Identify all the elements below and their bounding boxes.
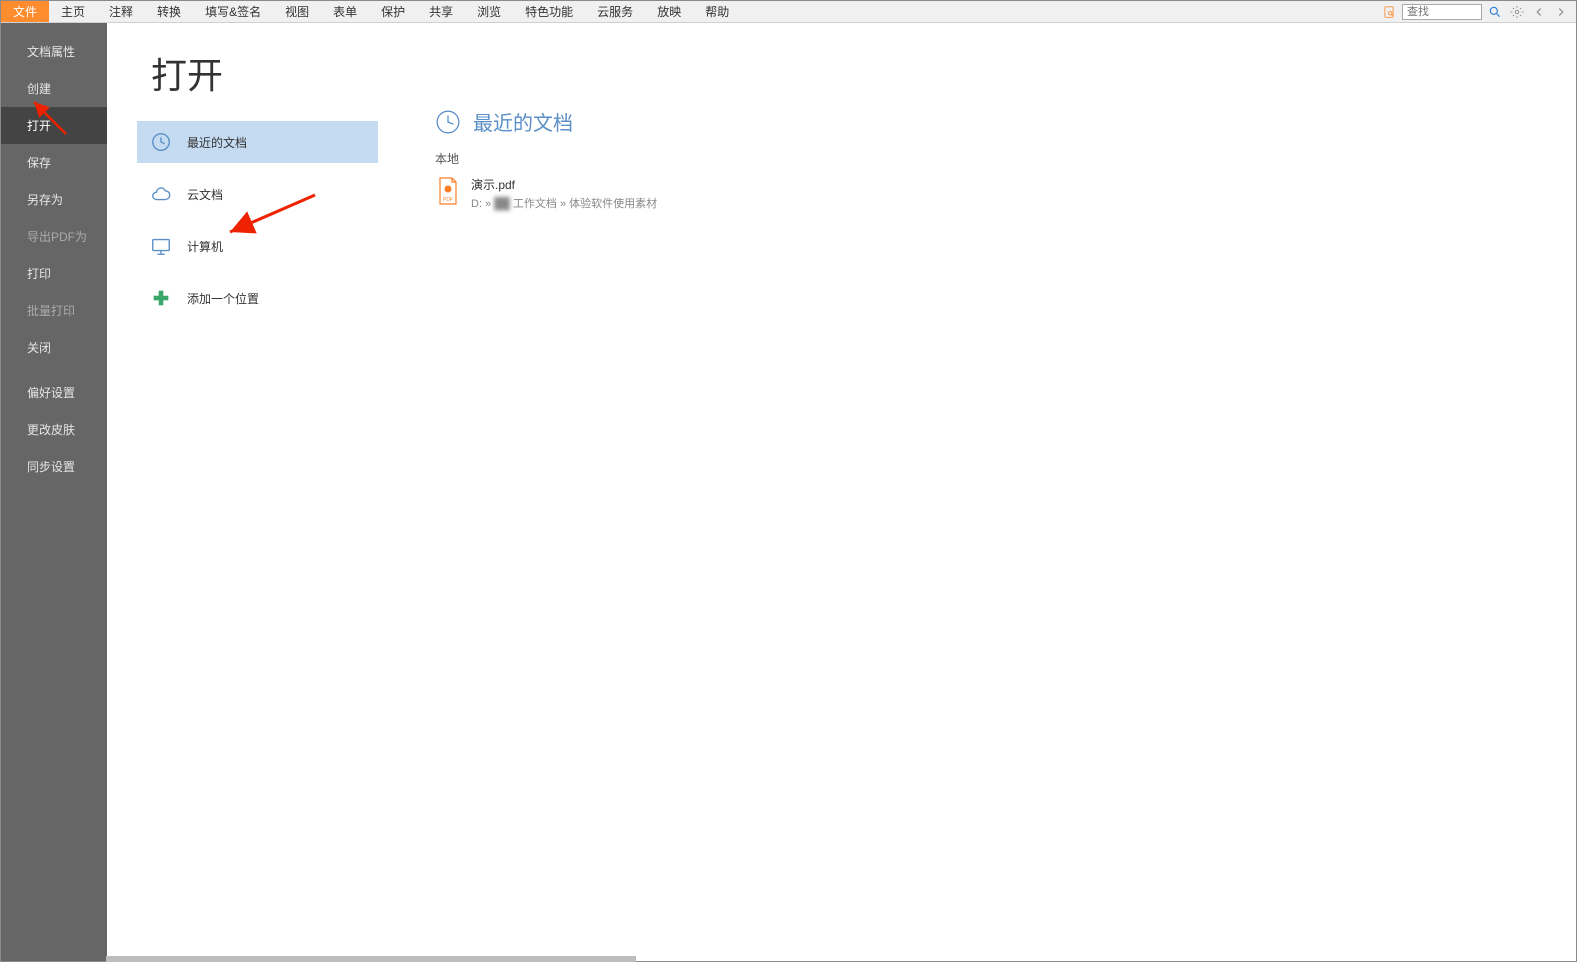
sidebar-item-sync[interactable]: 同步设置 — [1, 448, 107, 485]
sidebar-item-skin[interactable]: 更改皮肤 — [1, 411, 107, 448]
open-source-add-location[interactable]: 添加一个位置 — [137, 277, 378, 319]
menu-view[interactable]: 视图 — [273, 1, 321, 22]
open-source-computer[interactable]: 计算机 — [137, 225, 378, 267]
cloud-icon — [149, 182, 173, 206]
page-title: 打开 — [107, 47, 398, 121]
sidebar-item-create[interactable]: 创建 — [1, 70, 107, 107]
menu-file[interactable]: 文件 — [1, 1, 49, 22]
open-source-label: 云文档 — [187, 186, 223, 203]
menu-browse[interactable]: 浏览 — [465, 1, 513, 22]
sidebar-item-save[interactable]: 保存 — [1, 144, 107, 181]
recent-file-name: 演示.pdf — [471, 176, 657, 193]
open-source-label: 添加一个位置 — [187, 290, 259, 307]
computer-icon — [149, 234, 173, 258]
chevron-right-icon[interactable] — [1552, 3, 1570, 21]
file-menu-sidebar: 文档属性 创建 打开 保存 另存为 导出PDF为 打印 批量打印 关闭 偏好设置… — [1, 23, 107, 961]
chevron-left-icon[interactable] — [1530, 3, 1548, 21]
open-source-cloud[interactable]: 云文档 — [137, 173, 378, 215]
plus-icon — [149, 286, 173, 310]
menu-convert[interactable]: 转换 — [145, 1, 193, 22]
sidebar-item-close[interactable]: 关闭 — [1, 329, 107, 366]
menu-annotate[interactable]: 注释 — [97, 1, 145, 22]
section-local-label: 本地 — [435, 150, 1576, 167]
menu-fill-sign[interactable]: 填写&签名 — [193, 1, 273, 22]
clock-icon — [149, 130, 173, 154]
search-input[interactable] — [1402, 4, 1482, 20]
open-source-label: 计算机 — [187, 238, 223, 255]
content-header: 最近的文档 — [435, 107, 1576, 136]
recent-documents-panel: 最近的文档 本地 PDF 演示.pdf D: » ██ 工作文档 » 体验软件使… — [399, 23, 1576, 961]
open-source-label: 最近的文档 — [187, 134, 247, 151]
menu-slideshow[interactable]: 放映 — [645, 1, 693, 22]
menubar-right — [1380, 1, 1576, 22]
svg-text:PDF: PDF — [443, 197, 453, 203]
menu-form[interactable]: 表单 — [321, 1, 369, 22]
recent-file-item[interactable]: PDF 演示.pdf D: » ██ 工作文档 » 体验软件使用素材 — [435, 173, 1576, 214]
menu-home[interactable]: 主页 — [49, 1, 97, 22]
content-title: 最近的文档 — [473, 107, 573, 136]
sidebar-item-print[interactable]: 打印 — [1, 255, 107, 292]
sidebar-item-saveas[interactable]: 另存为 — [1, 181, 107, 218]
sidebar-item-batchprint[interactable]: 批量打印 — [1, 292, 107, 329]
recent-file-path: D: » ██ 工作文档 » 体验软件使用素材 — [471, 195, 657, 211]
menubar: 文件 主页 注释 转换 填写&签名 视图 表单 保护 共享 浏览 特色功能 云服… — [1, 1, 1576, 23]
open-source-recent[interactable]: 最近的文档 — [137, 121, 378, 163]
clock-icon — [435, 109, 461, 135]
open-source-list: 打开 最近的文档 云文档 — [107, 23, 399, 961]
gear-icon[interactable] — [1508, 3, 1526, 21]
app-root: 文件 主页 注释 转换 填写&签名 视图 表单 保护 共享 浏览 特色功能 云服… — [0, 0, 1577, 962]
sidebar-item-docprops[interactable]: 文档属性 — [1, 33, 107, 70]
menu-cloud[interactable]: 云服务 — [585, 1, 645, 22]
menu-protect[interactable]: 保护 — [369, 1, 417, 22]
menu-help[interactable]: 帮助 — [693, 1, 741, 22]
find-in-page-icon[interactable] — [1380, 3, 1398, 21]
menu-features[interactable]: 特色功能 — [513, 1, 585, 22]
sidebar-item-export[interactable]: 导出PDF为 — [1, 218, 107, 255]
sidebar-item-open[interactable]: 打开 — [1, 107, 107, 144]
sidebar-item-prefs[interactable]: 偏好设置 — [1, 374, 107, 411]
search-icon[interactable] — [1486, 3, 1504, 21]
pdf-file-icon: PDF — [435, 178, 461, 204]
bottom-strip — [106, 956, 636, 962]
menu-share[interactable]: 共享 — [417, 1, 465, 22]
